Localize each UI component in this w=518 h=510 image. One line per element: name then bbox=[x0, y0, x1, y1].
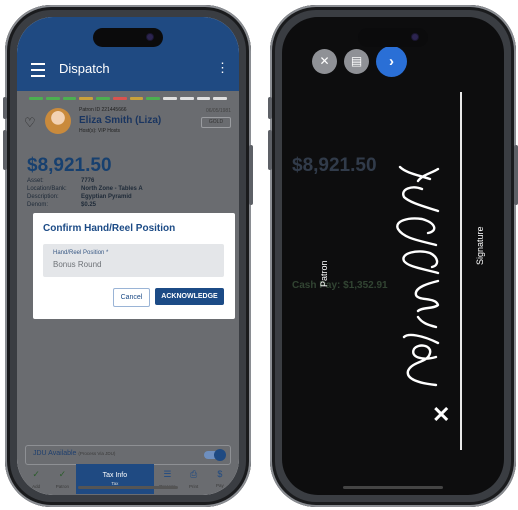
menu-icon[interactable] bbox=[31, 63, 45, 77]
ghost-cash-pay: Cash Pay: $1,352.91 bbox=[292, 280, 388, 291]
more-options-icon[interactable]: ⋮ bbox=[216, 61, 229, 74]
status-segment bbox=[129, 97, 144, 100]
status-segment bbox=[45, 97, 60, 100]
process-button[interactable]: ☰Process bbox=[154, 464, 180, 494]
dynamic-island bbox=[93, 28, 163, 47]
detail-row: Denom: $0.25 bbox=[27, 202, 97, 208]
status-segment bbox=[146, 97, 160, 100]
dialog-title: Confirm Hand/Reel Position bbox=[43, 223, 176, 234]
cancel-button[interactable]: Cancel bbox=[113, 288, 150, 307]
field-label: Hand/Reel Position * bbox=[53, 250, 109, 256]
status-segment bbox=[79, 97, 93, 100]
camera-icon bbox=[147, 34, 153, 40]
detail-row: Location/Bank: North Zone - Tables A bbox=[27, 186, 143, 192]
status-color-bar bbox=[29, 97, 227, 100]
dynamic-island bbox=[358, 28, 428, 47]
jackpot-amount: $8,921.50 bbox=[27, 155, 112, 176]
right-phone-frame: $8,921.50 Cash Pay: $1,352.91 ✕ ▤ › Sign… bbox=[268, 5, 518, 507]
acknowledge-button[interactable]: ACKNOWLEDGE bbox=[155, 288, 224, 305]
heart-icon[interactable]: ♡ bbox=[24, 115, 36, 131]
status-segment bbox=[163, 97, 177, 100]
handwritten-signature[interactable] bbox=[378, 157, 460, 392]
home-indicator bbox=[78, 486, 178, 489]
side-button bbox=[3, 97, 7, 119]
status-segment bbox=[29, 97, 43, 100]
patron-button[interactable]: ✓ Patron bbox=[49, 464, 75, 494]
field-value: Bonus Round bbox=[53, 260, 102, 269]
status-segment bbox=[96, 97, 110, 100]
avatar bbox=[45, 108, 71, 134]
right-screen: $8,921.50 Cash Pay: $1,352.91 ✕ ▤ › Sign… bbox=[282, 17, 504, 495]
tax-info-button[interactable]: Tax Info Tax bbox=[75, 464, 155, 494]
status-segment bbox=[196, 97, 211, 100]
print-icon: ⎙ bbox=[190, 469, 198, 479]
status-segment bbox=[62, 97, 77, 100]
home-indicator bbox=[343, 486, 443, 489]
detail-row: Asset: 7776 bbox=[27, 178, 95, 184]
patron-id: Patron ID 221445666 bbox=[79, 107, 127, 113]
close-circle-icon[interactable]: ✕ bbox=[312, 49, 337, 74]
side-button bbox=[3, 130, 7, 170]
side-button bbox=[268, 97, 272, 119]
patron-date: 06/05/1981 bbox=[205, 108, 231, 114]
confirm-dialog: Confirm Hand/Reel Position Hand/Reel Pos… bbox=[33, 213, 235, 319]
patron-card: ♡ Patron ID 221445666 Eliza Smith (Liza)… bbox=[17, 105, 239, 141]
camera-icon bbox=[412, 34, 418, 40]
signature-line bbox=[460, 92, 462, 450]
status-segment bbox=[112, 97, 127, 100]
sliders-icon: ☰ bbox=[163, 469, 172, 479]
print-button[interactable]: ⎙ Print bbox=[181, 464, 207, 494]
left-phone-frame: Dispatch ⋮ ♡ Patron ID 221445666 Eliza S… bbox=[3, 5, 253, 507]
details-list: Asset: 7776 Location/Bank: North Zone - Ta… bbox=[27, 177, 143, 209]
check-circle-icon: ✓ bbox=[58, 469, 67, 479]
list-icon[interactable]: ▤ bbox=[344, 49, 369, 74]
bottom-toolbar: ✓Add ✓Patron Tax InfoTax ☰Process ⎙Print… bbox=[23, 464, 233, 494]
dollar-icon: $ bbox=[217, 469, 223, 479]
jdu-toggle[interactable] bbox=[204, 449, 226, 461]
signature-label: Signature bbox=[475, 226, 485, 265]
ghost-amount: $8,921.50 bbox=[292, 155, 377, 176]
tax-info-label: Tax Info bbox=[102, 472, 128, 479]
patron-label: Patron bbox=[319, 260, 329, 287]
hand-reel-position-field[interactable]: Hand/Reel Position * Bonus Round bbox=[43, 244, 224, 277]
patron-host: Host(s): VIP Hosts bbox=[79, 128, 121, 134]
side-button bbox=[249, 145, 253, 205]
app-title: Dispatch bbox=[59, 61, 110, 76]
left-screen: Dispatch ⋮ ♡ Patron ID 221445666 Eliza S… bbox=[17, 17, 239, 495]
side-button bbox=[268, 130, 272, 170]
jdu-row: JDU Available (Process Via JDU) bbox=[25, 445, 231, 465]
clear-signature-icon[interactable]: ✕ bbox=[432, 402, 450, 428]
side-button bbox=[514, 145, 518, 205]
status-segment bbox=[213, 97, 227, 100]
jdu-label: JDU Available (Process Via JDU) bbox=[33, 450, 116, 457]
add-button[interactable]: ✓ Add bbox=[23, 464, 49, 494]
status-segment bbox=[179, 97, 194, 100]
check-circle-icon: ✓ bbox=[32, 469, 40, 479]
patron-name: Eliza Smith (Liza) bbox=[79, 115, 162, 126]
tier-badge: GOLD bbox=[201, 117, 231, 128]
next-icon[interactable]: › bbox=[376, 46, 407, 77]
detail-row: Description: Egyptian Pyramid bbox=[27, 194, 132, 200]
pay-button[interactable]: $ Pay bbox=[207, 464, 233, 494]
